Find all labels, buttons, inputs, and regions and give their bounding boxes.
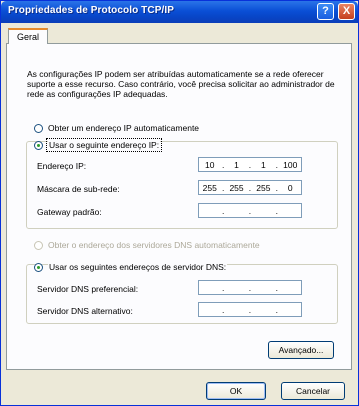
radio-obtain-dns-auto[interactable]	[34, 241, 43, 250]
preferred-dns-field[interactable]: . . .	[198, 280, 302, 295]
radio-obtain-dns-auto-label[interactable]: Obter o endereço dos servidores DNS auto…	[48, 240, 260, 250]
preferred-dns-label: Servidor DNS preferencial:	[37, 284, 139, 294]
radio-obtain-ip-auto[interactable]	[34, 124, 43, 133]
tab-general[interactable]: Geral	[8, 28, 48, 44]
advanced-button[interactable]: Avançado...	[268, 341, 334, 359]
gateway-field[interactable]: . . .	[198, 203, 302, 218]
ip-octet-4: 100	[283, 159, 298, 170]
alternate-dns-label: Servidor DNS alternativo:	[37, 306, 133, 316]
radio-use-dns[interactable]	[34, 263, 43, 272]
ip-octet-1: 10	[204, 159, 215, 170]
mask-octet-4: 0	[287, 182, 293, 193]
radio-use-dns-label[interactable]: Usar os seguintes endereços de servidor …	[48, 262, 228, 272]
ok-button[interactable]: OK	[206, 382, 266, 400]
radio-use-ip-label[interactable]: Usar o seguinte endereço IP:	[45, 138, 163, 152]
ip-address-field[interactable]: 10. 1. 1. 100	[198, 157, 302, 172]
tcpip-properties-dialog: Propriedades de Protocolo TCP/IP ? X Ger…	[0, 0, 359, 406]
window-title: Propriedades de Protocolo TCP/IP	[8, 5, 175, 16]
ip-octet-2: 1	[234, 159, 239, 170]
close-button[interactable]: X	[338, 3, 355, 20]
cancel-button[interactable]: Cancelar	[281, 382, 345, 400]
mask-octet-2: 255	[229, 182, 244, 193]
description-text: As configurações IP podem ser atribuídas…	[27, 69, 335, 99]
mask-octet-3: 255	[256, 182, 271, 193]
radio-obtain-ip-auto-label[interactable]: Obter um endereço IP automaticamente	[48, 123, 199, 133]
alternate-dns-field[interactable]: . . .	[198, 302, 302, 317]
radio-use-ip[interactable]	[34, 141, 43, 150]
title-bar[interactable]: Propriedades de Protocolo TCP/IP ? X	[1, 1, 358, 23]
ip-octet-3: 1	[261, 159, 266, 170]
mask-octet-1: 255	[202, 182, 217, 193]
subnet-mask-label: Máscara de sub-rede:	[37, 184, 120, 194]
ip-address-label: Endereço IP:	[37, 161, 87, 171]
subnet-mask-field[interactable]: 255. 255. 255. 0	[198, 180, 302, 195]
gateway-label: Gateway padrão:	[37, 207, 102, 217]
help-button[interactable]: ?	[317, 3, 334, 20]
